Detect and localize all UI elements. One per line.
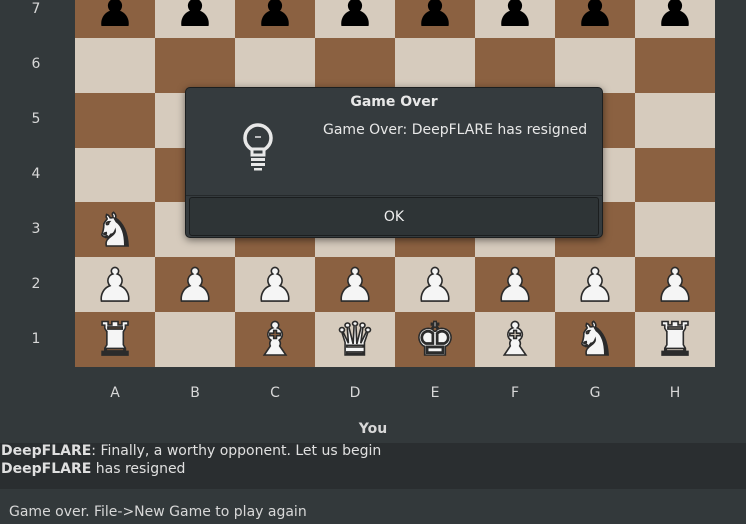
square-g1[interactable]: ♞ [555, 312, 635, 367]
square-c1[interactable]: ♝ [235, 312, 315, 367]
square-h3[interactable] [635, 202, 715, 258]
square-g2[interactable]: ♟ [555, 257, 635, 313]
game-over-dialog: Game Over Game Over: DeepFLARE has resig… [185, 87, 603, 238]
white-pawn-piece[interactable]: ♟ [654, 261, 697, 309]
square-e6[interactable] [395, 37, 475, 93]
rank-label-4: 4 [31, 166, 41, 182]
square-f6[interactable] [475, 37, 555, 93]
white-bishop-piece[interactable]: ♝ [494, 316, 537, 364]
status-text: Game over. File->New Game to play again [9, 504, 307, 520]
square-d2[interactable]: ♟ [315, 257, 395, 313]
black-pawn-piece[interactable]: ♟ [494, 0, 535, 33]
black-pawn-piece[interactable]: ♟ [94, 0, 135, 33]
square-h5[interactable] [635, 92, 715, 148]
rank-label-7: 7 [31, 1, 41, 18]
black-pawn-piece[interactable]: ♟ [174, 0, 215, 33]
white-knight-piece[interactable]: ♞ [574, 316, 617, 364]
file-label-h: H [669, 385, 681, 401]
square-a7[interactable]: ♟ [75, 0, 155, 38]
rank-label-3: 3 [31, 220, 41, 237]
square-f1[interactable]: ♝ [475, 312, 555, 367]
square-d1[interactable]: ♛ [315, 312, 395, 367]
black-pawn-piece[interactable]: ♟ [334, 0, 375, 33]
square-a5[interactable] [75, 92, 155, 148]
rank-label-6: 6 [31, 56, 41, 73]
white-queen-piece[interactable]: ♛ [334, 316, 377, 364]
square-c6[interactable] [235, 37, 315, 93]
file-label-b: B [190, 385, 200, 401]
white-bishop-piece[interactable]: ♝ [254, 316, 297, 364]
rank-label-5: 5 [31, 111, 41, 128]
white-knight-piece[interactable]: ♞ [94, 206, 137, 254]
chat-line: DeepFLARE: Finally, a worthy opponent. L… [0, 443, 746, 461]
file-label-e: E [430, 385, 440, 401]
square-c7[interactable]: ♟ [235, 0, 315, 38]
file-labels: A B C D E F G H [75, 385, 715, 401]
file-label-f: F [510, 385, 520, 401]
file-label-d: D [349, 385, 361, 401]
square-d6[interactable] [315, 37, 395, 93]
chat-log: DeepFLARE: Finally, a worthy opponent. L… [0, 443, 746, 489]
player-label: You [358, 421, 388, 437]
ok-button[interactable]: OK [189, 197, 599, 236]
rank-label-1: 1 [31, 330, 41, 347]
square-g6[interactable] [555, 37, 635, 93]
square-b7[interactable]: ♟ [155, 0, 235, 38]
square-h7[interactable]: ♟ [635, 0, 715, 38]
square-e7[interactable]: ♟ [395, 0, 475, 38]
dialog-separator [186, 195, 602, 196]
black-pawn-piece[interactable]: ♟ [654, 0, 695, 33]
square-g7[interactable]: ♟ [555, 0, 635, 38]
chat-line: DeepFLARE has resigned [0, 461, 746, 479]
file-label-c: C [270, 385, 280, 401]
square-b2[interactable]: ♟ [155, 257, 235, 313]
chat-sender: DeepFLARE [1, 443, 92, 459]
white-pawn-piece[interactable]: ♟ [94, 261, 137, 309]
white-pawn-piece[interactable]: ♟ [494, 261, 537, 309]
square-h1[interactable]: ♜ [635, 312, 715, 367]
square-f7[interactable]: ♟ [475, 0, 555, 38]
square-a2[interactable]: ♟ [75, 257, 155, 313]
square-b6[interactable] [155, 37, 235, 93]
square-h6[interactable] [635, 37, 715, 93]
chat-sender: DeepFLARE [1, 460, 92, 477]
lightbulb-icon [241, 122, 275, 172]
square-c2[interactable]: ♟ [235, 257, 315, 313]
chat-text: has resigned [91, 460, 186, 477]
square-e2[interactable]: ♟ [395, 257, 475, 313]
square-e1[interactable]: ♚ [395, 312, 475, 367]
white-rook-piece[interactable]: ♜ [94, 316, 137, 364]
dialog-title: Game Over [350, 94, 438, 110]
rank-label-2: 2 [31, 275, 41, 292]
chat-text: : Finally, a worthy opponent. Let us beg… [91, 443, 382, 459]
white-pawn-piece[interactable]: ♟ [174, 261, 217, 309]
square-a4[interactable] [75, 147, 155, 203]
white-pawn-piece[interactable]: ♟ [574, 261, 617, 309]
black-pawn-piece[interactable]: ♟ [414, 0, 455, 33]
status-bar: Game over. File->New Game to play again [0, 489, 746, 524]
dialog-message: Game Over: DeepFLARE has resigned [323, 122, 588, 138]
square-a6[interactable] [75, 37, 155, 93]
square-a1[interactable]: ♜ [75, 312, 155, 367]
white-pawn-piece[interactable]: ♟ [414, 261, 457, 309]
black-pawn-piece[interactable]: ♟ [574, 0, 615, 33]
square-h2[interactable]: ♟ [635, 257, 715, 313]
white-pawn-piece[interactable]: ♟ [334, 261, 377, 309]
square-b1[interactable] [155, 312, 235, 367]
square-a3[interactable]: ♞ [75, 202, 155, 258]
white-pawn-piece[interactable]: ♟ [254, 261, 297, 309]
square-h4[interactable] [635, 147, 715, 203]
black-pawn-piece[interactable]: ♟ [254, 0, 295, 33]
square-f2[interactable]: ♟ [475, 257, 555, 313]
white-rook-piece[interactable]: ♜ [654, 316, 697, 364]
file-label-g: G [589, 385, 601, 401]
white-king-piece[interactable]: ♚ [414, 316, 457, 364]
file-label-a: A [110, 385, 120, 401]
square-d7[interactable]: ♟ [315, 0, 395, 38]
